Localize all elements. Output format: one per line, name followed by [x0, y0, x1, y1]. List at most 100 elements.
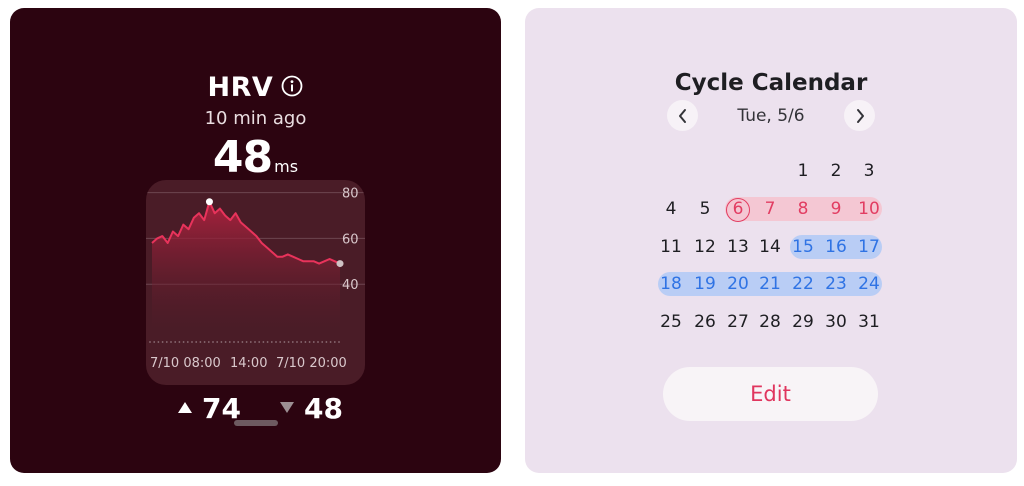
calendar-day[interactable]: 10 — [854, 199, 884, 219]
calendar-day[interactable]: 8 — [788, 199, 818, 219]
edit-button[interactable]: Edit — [663, 367, 878, 421]
baseline-dot — [258, 341, 261, 343]
baseline-dot — [161, 341, 164, 343]
y-tick-label: 40 — [342, 278, 359, 293]
baseline-dot — [220, 341, 223, 343]
baseline-dot — [207, 341, 210, 343]
baseline-dot — [233, 341, 235, 343]
baseline-dot — [321, 341, 324, 343]
hrv-chart[interactable]: 80 60 40 7/10 08:00 14:00 7/10 20:00 — [146, 180, 365, 385]
baseline-dot — [199, 341, 202, 343]
calendar-day[interactable]: 21 — [755, 274, 785, 294]
calendar-day[interactable]: 29 — [788, 312, 818, 332]
calendar-day[interactable]: 19 — [690, 274, 720, 294]
baseline-dot — [312, 341, 315, 343]
calendar-day[interactable]: 5 — [690, 199, 720, 219]
hrv-latest-point — [336, 260, 344, 268]
baseline-dot — [245, 341, 248, 343]
calendar-day[interactable]: 2 — [821, 161, 851, 181]
baseline-dot — [266, 341, 269, 343]
baseline-dot — [157, 341, 160, 343]
baseline-dot — [216, 341, 219, 343]
calendar-day[interactable]: 31 — [854, 312, 884, 332]
calendar-day[interactable]: 24 — [854, 274, 884, 294]
calendar-grid: 1 2 3 4 5 6 7 8 9 10 11 12 13 14 15 16 17 18 19 20 21 22 23 24 2… — [525, 8, 1017, 348]
calendar-day[interactable]: 12 — [690, 237, 720, 257]
hrv-value: 48 — [212, 132, 273, 183]
baseline-dot — [291, 341, 294, 343]
baseline-dot — [249, 341, 252, 343]
hrv-reading: 48 ms — [10, 132, 501, 183]
x-tick-label: 7/10 08:00 — [150, 356, 221, 371]
baseline-dot — [333, 341, 336, 343]
baseline-dot — [228, 341, 231, 343]
calendar-day[interactable]: 16 — [821, 237, 851, 257]
baseline-dot — [338, 341, 340, 343]
baseline-dot — [279, 341, 282, 343]
calendar-day[interactable]: 25 — [656, 312, 686, 332]
baseline-dot — [149, 341, 151, 343]
calendar-day[interactable]: 4 — [656, 199, 686, 219]
hrv-title: HRV — [207, 72, 274, 103]
calendar-day[interactable]: 1 — [788, 161, 818, 181]
hrv-chart-plot: 80 60 40 7/10 08:00 14:00 7/10 20:00 — [146, 187, 365, 371]
calendar-day[interactable]: 27 — [723, 312, 753, 332]
baseline-dot — [165, 341, 168, 343]
baseline-dot — [254, 341, 256, 343]
baseline-dot — [237, 341, 240, 343]
baseline-dot — [287, 341, 290, 343]
baseline-dot — [174, 341, 177, 343]
baseline-dot — [275, 341, 277, 343]
baseline-dot — [300, 341, 303, 343]
drag-handle[interactable] — [234, 420, 278, 426]
calendar-day[interactable]: 26 — [690, 312, 720, 332]
baseline-dot — [241, 341, 244, 343]
baseline-dot — [329, 341, 332, 343]
hrv-card[interactable]: HRV 10 min ago 48 ms 80 60 40 7/10 08:00 14:0… — [10, 8, 501, 473]
y-tick-label: 60 — [342, 232, 359, 247]
calendar-day[interactable]: 28 — [755, 312, 785, 332]
hrv-area — [152, 201, 340, 330]
baseline-dot — [203, 341, 206, 343]
hrv-last-updated: 10 min ago — [204, 108, 307, 129]
calendar-day[interactable]: 20 — [723, 274, 753, 294]
baseline-dot — [182, 341, 185, 343]
baseline-dot — [296, 341, 298, 343]
calendar-day[interactable]: 15 — [788, 237, 818, 257]
hrv-min-value: 48 — [304, 392, 343, 425]
calendar-day[interactable]: 17 — [854, 237, 884, 257]
hrv-min: 48 — [280, 392, 343, 425]
calendar-day[interactable]: 18 — [656, 274, 686, 294]
calendar-day[interactable]: 3 — [854, 161, 884, 181]
info-icon[interactable] — [281, 75, 303, 97]
triangle-down-icon — [280, 401, 294, 413]
x-tick-label: 14:00 — [230, 356, 267, 371]
calendar-day[interactable]: 13 — [723, 237, 753, 257]
baseline-dot — [186, 341, 189, 343]
baseline-dot — [325, 341, 328, 343]
calendar-day[interactable]: 9 — [821, 199, 851, 219]
baseline-dot — [270, 341, 273, 343]
calendar-day[interactable]: 6 — [723, 199, 753, 219]
hrv-max: 74 — [178, 392, 241, 425]
baseline-dot — [283, 341, 286, 343]
baseline-dot — [153, 341, 156, 343]
baseline-dot — [224, 341, 227, 343]
calendar-day[interactable]: 11 — [656, 237, 686, 257]
hrv-peak-point — [205, 198, 213, 206]
baseline-dot — [262, 341, 265, 343]
hrv-unit: ms — [274, 157, 299, 176]
x-tick-label: 7/10 20:00 — [276, 356, 347, 371]
baseline-dot — [170, 341, 172, 343]
baseline-dot — [317, 341, 319, 343]
baseline-dot — [212, 341, 214, 343]
baseline-dot — [178, 341, 181, 343]
calendar-day[interactable]: 14 — [755, 237, 785, 257]
calendar-day[interactable]: 7 — [755, 199, 785, 219]
cycle-calendar-card[interactable]: Cycle Calendar Tue, 5/6 1 2 3 4 5 6 7 8 9 10 11 12 1… — [525, 8, 1017, 473]
baseline-dot — [191, 341, 193, 343]
calendar-day[interactable]: 22 — [788, 274, 818, 294]
calendar-day[interactable]: 30 — [821, 312, 851, 332]
triangle-up-icon — [178, 401, 192, 413]
calendar-day[interactable]: 23 — [821, 274, 851, 294]
